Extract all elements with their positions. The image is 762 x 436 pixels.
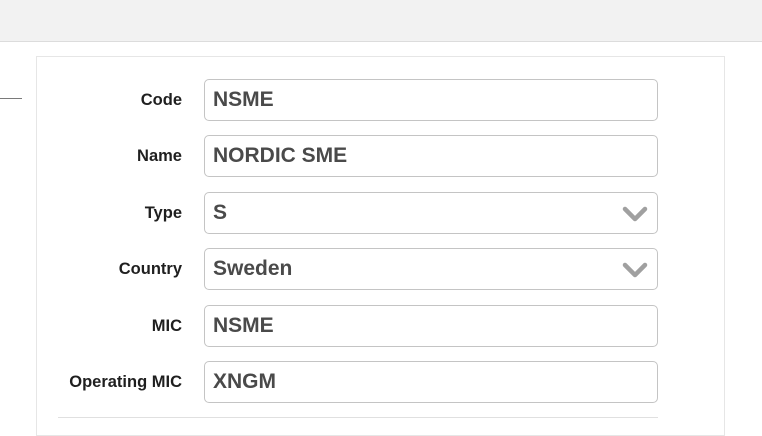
code-label: Code xyxy=(140,91,182,109)
form-divider xyxy=(58,417,658,418)
country-select[interactable]: Sweden xyxy=(204,248,658,290)
name-label: Name xyxy=(137,147,182,165)
type-select-value: S xyxy=(213,201,228,224)
top-bar xyxy=(0,0,762,42)
form-row-name: Name NORDIC SME xyxy=(36,135,725,177)
country-select-value: Sweden xyxy=(213,257,293,280)
left-divider xyxy=(0,98,22,99)
form-row-type: Type S xyxy=(36,192,725,234)
operating-mic-input[interactable]: XNGM xyxy=(204,361,658,403)
mic-input[interactable]: NSME xyxy=(204,305,658,347)
form-row-mic: MIC NSME xyxy=(36,305,725,347)
form-row-operating-mic: Operating MIC XNGM xyxy=(36,361,725,403)
chevron-down-icon[interactable] xyxy=(622,261,648,279)
chevron-down-icon[interactable] xyxy=(622,205,648,223)
operating-mic-label: Operating MIC xyxy=(69,373,182,391)
form-row-code: Code NSME xyxy=(36,79,725,121)
type-label: Type xyxy=(144,204,182,222)
country-label: Country xyxy=(118,260,182,278)
mic-label: MIC xyxy=(151,317,182,335)
form-row-country: Country Sweden xyxy=(36,248,725,290)
name-input[interactable]: NORDIC SME xyxy=(204,135,658,177)
type-select[interactable]: S xyxy=(204,192,658,234)
code-input[interactable]: NSME xyxy=(204,79,658,121)
